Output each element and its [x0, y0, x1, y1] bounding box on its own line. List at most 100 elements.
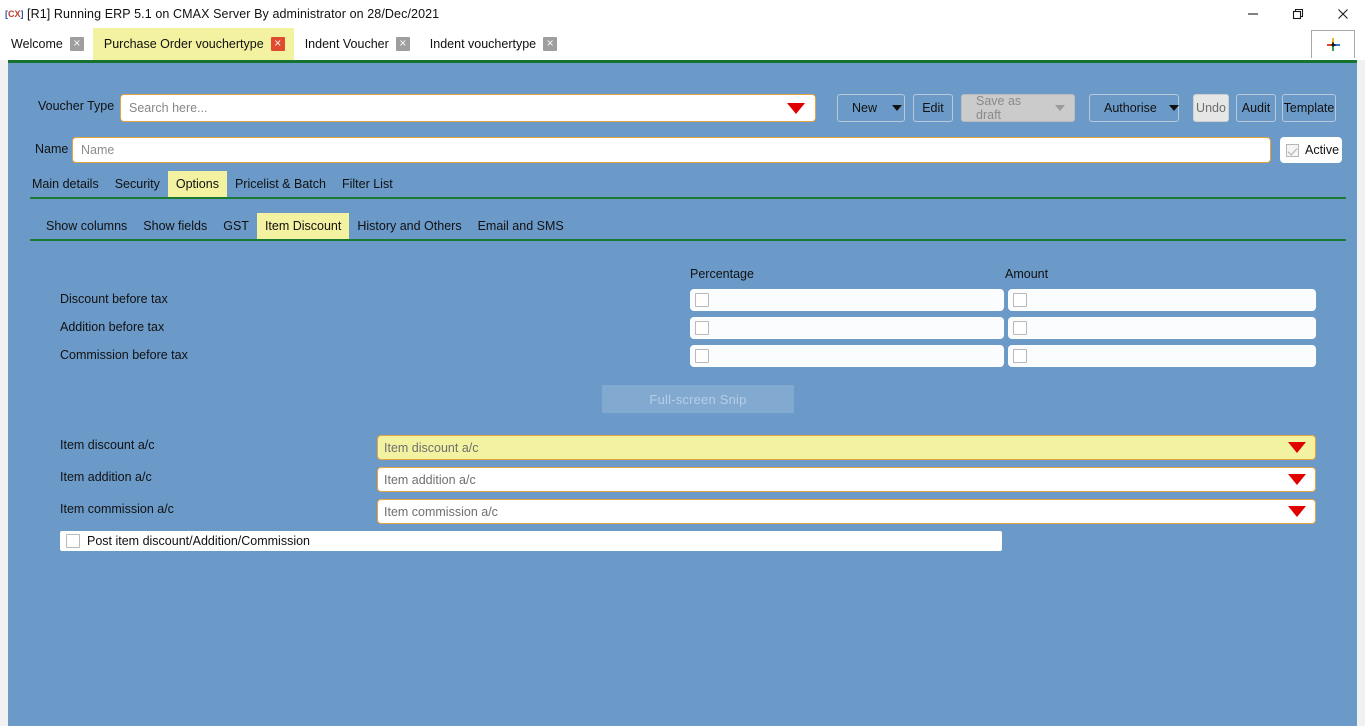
- account-combo-input[interactable]: [378, 437, 1288, 458]
- voucher-type-label: Voucher Type: [38, 99, 115, 113]
- toolbar-button-label: Save as draft: [976, 94, 1022, 122]
- chevron-down-icon[interactable]: [889, 95, 904, 121]
- toolbar-button-authorise[interactable]: Authorise: [1089, 94, 1179, 122]
- caret-glyph: [1055, 105, 1065, 111]
- document-tab-2[interactable]: Indent Voucher ×: [294, 28, 419, 60]
- subtab-gst[interactable]: GST: [215, 213, 257, 239]
- minimize-icon[interactable]: [1230, 0, 1275, 28]
- tab-security[interactable]: Security: [107, 171, 168, 197]
- document-tab-label: Indent vouchertype: [429, 37, 537, 51]
- post-item-row[interactable]: Post item discount/Addition/Commission: [60, 531, 1002, 551]
- account-combo-0[interactable]: [377, 435, 1316, 460]
- tab-filter-list[interactable]: Filter List: [334, 171, 401, 197]
- tab-pricelist-batch[interactable]: Pricelist & Batch: [227, 171, 334, 197]
- percentage-field[interactable]: [690, 345, 1004, 367]
- toolbar-button-save-as-draft: Save as draft: [961, 94, 1075, 122]
- document-tab-label: Purchase Order vouchertype: [103, 37, 264, 51]
- toolbar-button-label: Authorise: [1104, 101, 1157, 115]
- checkbox-row: Commission before tax: [8, 345, 1357, 367]
- checkbox-row-label: Addition before tax: [60, 320, 165, 334]
- close-icon[interactable]: [1320, 0, 1365, 28]
- primary-tab-strip: Main details Security Options Pricelist & B…: [8, 171, 1357, 197]
- toolbar-button-audit[interactable]: Audit: [1236, 94, 1276, 122]
- account-row-label: Item commission a/c: [60, 502, 174, 516]
- voucher-type-search-box[interactable]: [120, 94, 816, 122]
- name-label: Name: [35, 142, 69, 156]
- percentage-checkbox[interactable]: [695, 321, 709, 335]
- document-tab-3[interactable]: Indent vouchertype ×: [419, 28, 566, 60]
- active-checkbox[interactable]: [1286, 143, 1299, 157]
- subtab-item-discount[interactable]: Item Discount: [256, 213, 350, 239]
- name-field-box[interactable]: [72, 137, 1271, 163]
- document-tab-label: Welcome: [11, 37, 63, 51]
- document-tab-bar: Welcome × Purchase Order vouchertype × Inden…: [0, 28, 1365, 60]
- account-combo-input[interactable]: [378, 469, 1288, 490]
- primary-tab-underline: [30, 197, 1346, 199]
- account-row-label: Item discount a/c: [60, 438, 155, 452]
- tab-close-icon[interactable]: ×: [395, 37, 410, 51]
- account-row: Item addition a/c: [8, 467, 1357, 492]
- tab-close-icon[interactable]: ×: [270, 37, 285, 51]
- chevron-down-icon: [1046, 95, 1074, 121]
- document-tab-0[interactable]: Welcome ×: [0, 28, 93, 60]
- caret-glyph: [891, 105, 902, 111]
- toolbar-button-undo: Undo: [1193, 94, 1229, 122]
- name-row: Name Active: [8, 137, 1357, 163]
- app-icon: [CX]: [5, 9, 24, 19]
- document-tab-label: Indent Voucher: [304, 37, 389, 51]
- amount-checkbox[interactable]: [1013, 349, 1027, 363]
- subtab-history-and-others[interactable]: History and Others: [349, 213, 469, 239]
- new-tab-button[interactable]: [1311, 30, 1355, 58]
- screenshot-watermark: Full-screen Snip: [602, 385, 794, 413]
- subtab-show-fields[interactable]: Show fields: [135, 213, 215, 239]
- percentage-checkbox[interactable]: [695, 293, 709, 307]
- checkbox-row-label: Commission before tax: [60, 348, 188, 362]
- account-combo-1[interactable]: [377, 467, 1316, 492]
- amount-field[interactable]: [1008, 289, 1316, 311]
- amount-checkbox[interactable]: [1013, 321, 1027, 335]
- post-item-label: Post item discount/Addition/Commission: [87, 534, 311, 548]
- restore-icon[interactable]: [1275, 0, 1320, 28]
- right-edge-strip: [1357, 60, 1365, 726]
- percentage-field[interactable]: [690, 317, 1004, 339]
- column-header-amount: Amount: [1005, 267, 1049, 281]
- window-title-bar: [CX] [R1] Running ERP 5.1 on CMAX Server…: [0, 0, 1365, 28]
- dropdown-arrow-icon[interactable]: [1288, 442, 1306, 453]
- app-icon-label: CX: [8, 9, 21, 19]
- toolbar-button-template[interactable]: Template: [1282, 94, 1336, 122]
- amount-field[interactable]: [1008, 317, 1316, 339]
- secondary-tab-strip: Show columns Show fields GST Item Discount H…: [8, 213, 1357, 239]
- name-input[interactable]: [73, 138, 1270, 162]
- window-title: [R1] Running ERP 5.1 on CMAX Server By a…: [27, 7, 440, 21]
- account-combo-input[interactable]: [378, 501, 1288, 522]
- voucher-type-row: Voucher Type New Edit Save as draft Authori…: [8, 94, 1357, 122]
- subtab-email-and-sms[interactable]: Email and SMS: [470, 213, 572, 239]
- tab-main-details[interactable]: Main details: [24, 171, 107, 197]
- dropdown-arrow-icon[interactable]: [787, 102, 805, 114]
- document-tab-1[interactable]: Purchase Order vouchertype ×: [92, 28, 294, 60]
- percentage-checkbox[interactable]: [695, 349, 709, 363]
- application-body: Voucher Type New Edit Save as draft Authori…: [0, 60, 1365, 726]
- account-row-label: Item addition a/c: [60, 470, 152, 484]
- active-label: Active: [1305, 143, 1340, 157]
- new-tab-button-wrap: [1311, 30, 1355, 58]
- tab-close-icon[interactable]: ×: [69, 37, 84, 51]
- subtab-show-columns[interactable]: Show columns: [38, 213, 135, 239]
- account-row: Item commission a/c: [8, 499, 1357, 524]
- toolbar-button-edit[interactable]: Edit: [913, 94, 953, 122]
- account-combo-2[interactable]: [377, 499, 1316, 524]
- window-controls: [1230, 0, 1365, 28]
- tab-options[interactable]: Options: [167, 171, 227, 197]
- dropdown-arrow-icon[interactable]: [1288, 474, 1306, 485]
- search-input[interactable]: [121, 96, 787, 120]
- post-item-checkbox[interactable]: [66, 534, 80, 548]
- chevron-down-icon[interactable]: [1168, 95, 1179, 121]
- amount-checkbox[interactable]: [1013, 293, 1027, 307]
- amount-field[interactable]: [1008, 345, 1316, 367]
- dropdown-arrow-icon[interactable]: [1288, 506, 1306, 517]
- tab-close-icon[interactable]: ×: [543, 37, 558, 51]
- toolbar-button-new[interactable]: New: [837, 94, 905, 122]
- caret-glyph: [1168, 105, 1179, 111]
- percentage-field[interactable]: [690, 289, 1004, 311]
- active-checkbox-row[interactable]: Active: [1280, 137, 1342, 163]
